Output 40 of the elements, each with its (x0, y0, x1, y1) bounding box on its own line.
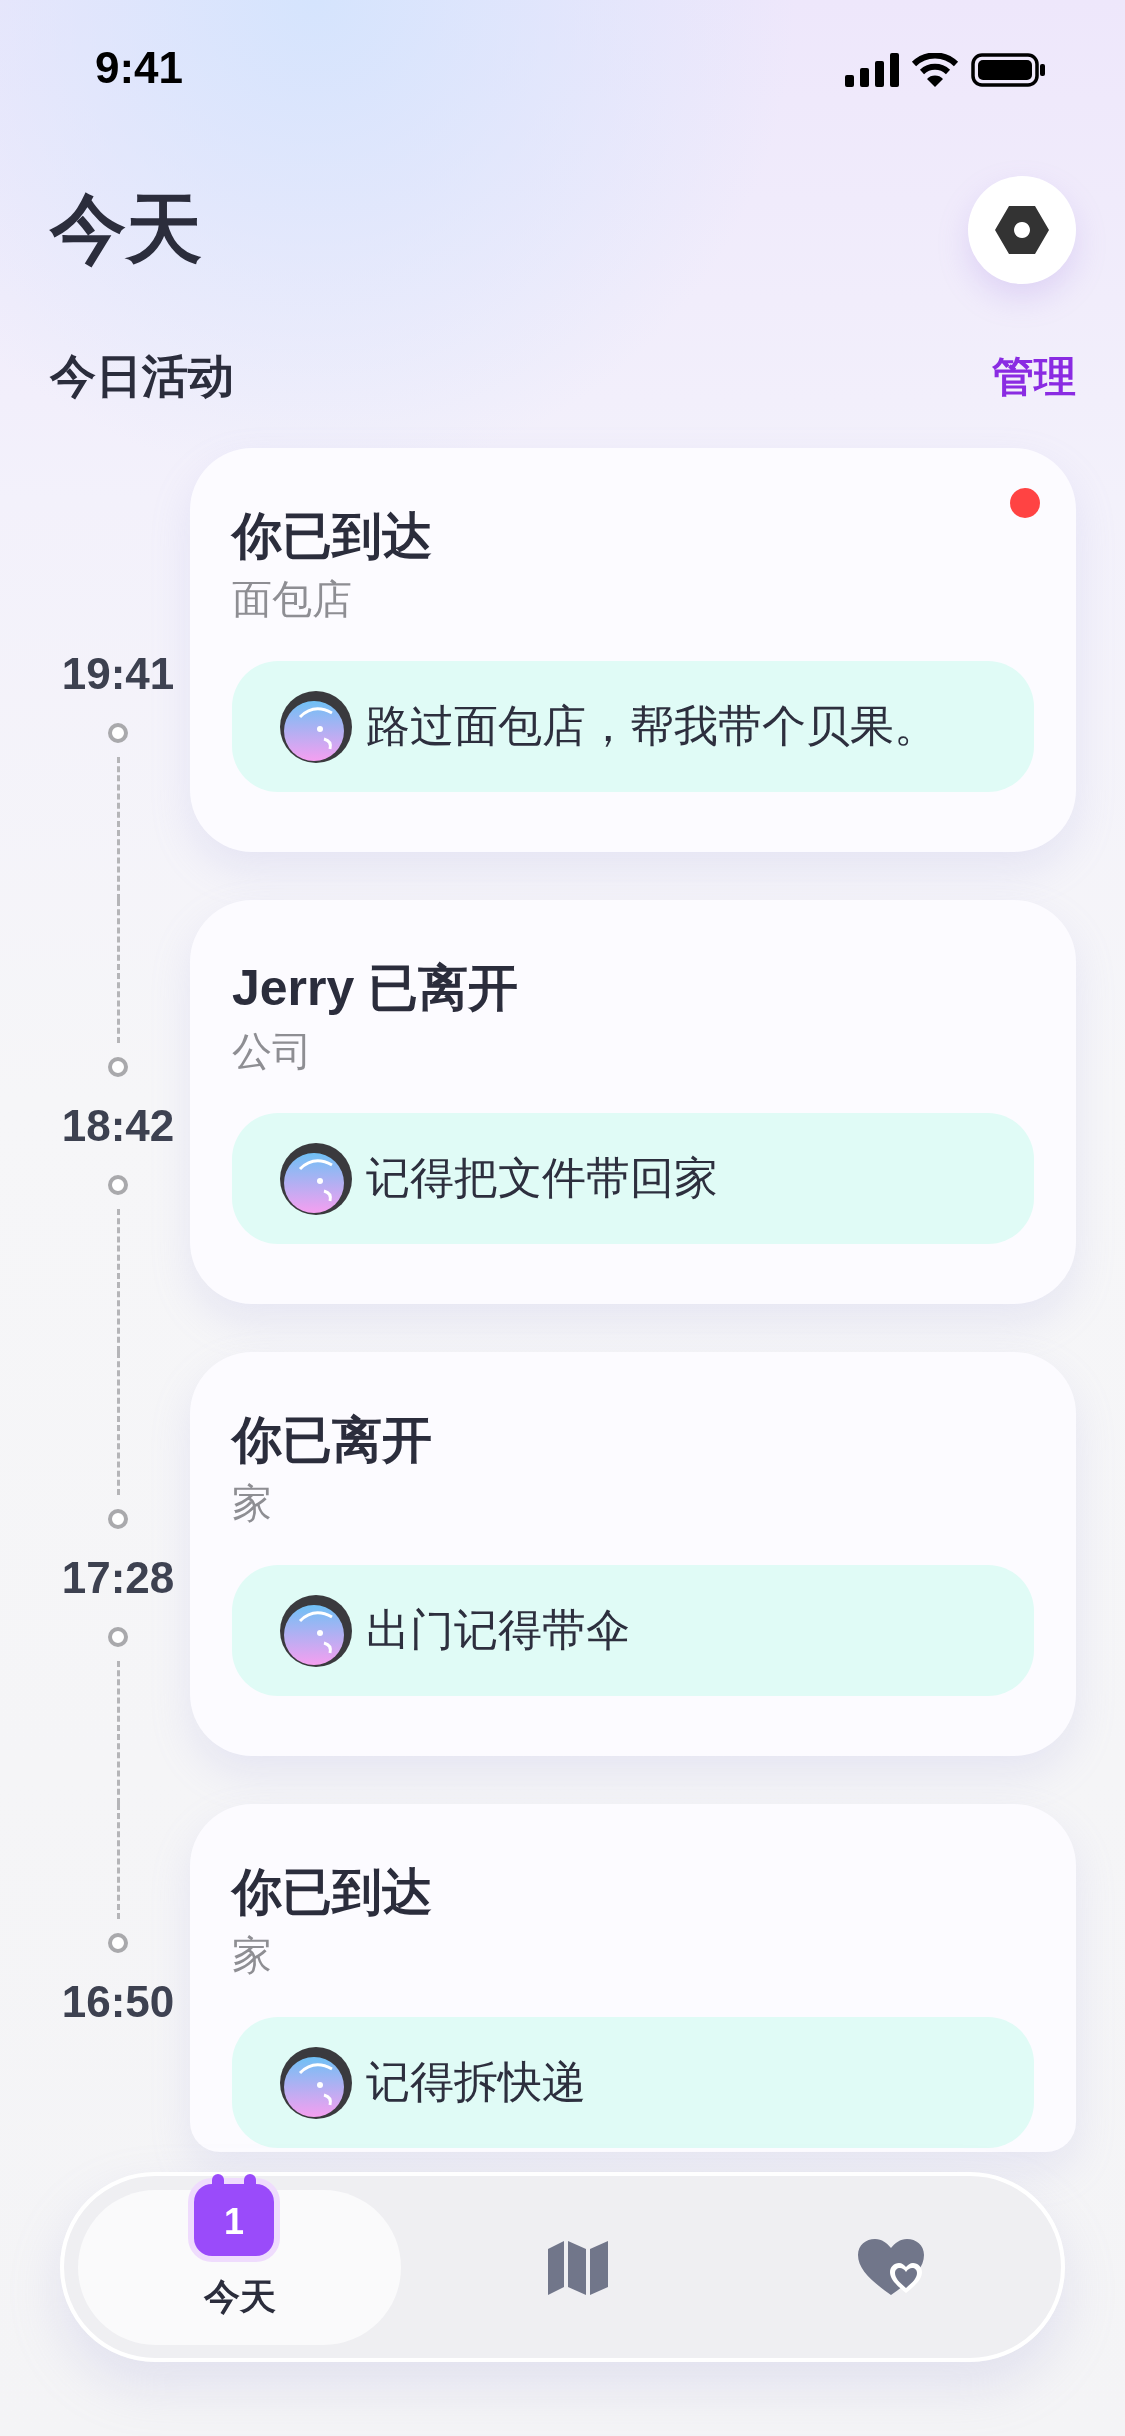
event-time: 19:41 (61, 648, 175, 700)
reminder-text: 出门记得带伞 (366, 1604, 630, 1656)
status-time: 9:41 (95, 43, 184, 93)
avatar-icon (280, 690, 352, 763)
event-place: 面包店 (232, 576, 353, 623)
event-place: 家 (232, 1932, 273, 1979)
avatar-icon (280, 2046, 352, 2119)
timeline-dot (108, 723, 128, 743)
timeline-dot (108, 1057, 128, 1077)
hearts-icon (855, 2237, 926, 2297)
avatar-icon (280, 1594, 352, 1667)
event-place: 家 (232, 1480, 273, 1527)
event-card[interactable]: 你已到达 面包店 路过面包店，帮我带个贝果。 (190, 448, 1076, 852)
reminder-text: 路过面包店，帮我带个贝果。 (366, 700, 938, 752)
hexagon-nut-icon (995, 206, 1049, 254)
signal-icon (845, 53, 899, 87)
manage-link[interactable]: 管理 (992, 349, 1076, 405)
event-place: 公司 (232, 1028, 313, 1075)
event-time: 18:42 (61, 1100, 175, 1152)
timeline-dot (108, 1627, 128, 1647)
battery-icon (971, 53, 1045, 87)
event-card[interactable]: 你已离开 家 出门记得带伞 (190, 1352, 1076, 1756)
map-icon (545, 2239, 610, 2295)
event-time: 17:28 (61, 1552, 175, 1604)
event-card[interactable]: Jerry 已离开 公司 记得把文件带回家 (190, 900, 1076, 1304)
event-title: 你已到达 (232, 1863, 433, 1922)
avatar-icon (280, 1142, 352, 1215)
event-title: Jerry 已离开 (232, 959, 520, 1018)
event-title: 你已到达 (232, 507, 433, 566)
timeline-dot (108, 1175, 128, 1195)
event-card[interactable]: 你已到达 家 记得拆快递 (190, 1804, 1076, 2152)
section-title: 今日活动 (50, 349, 234, 404)
wifi-icon (911, 53, 959, 87)
reminder-text: 记得拆快递 (366, 2056, 586, 2108)
page-title: 今天 (50, 184, 202, 273)
timeline-dot (108, 1509, 128, 1529)
timeline-dot (108, 1933, 128, 1953)
event-title: 你已离开 (232, 1411, 433, 1470)
reminder-text: 记得把文件带回家 (366, 1152, 718, 1204)
event-time: 16:50 (61, 1976, 175, 2028)
